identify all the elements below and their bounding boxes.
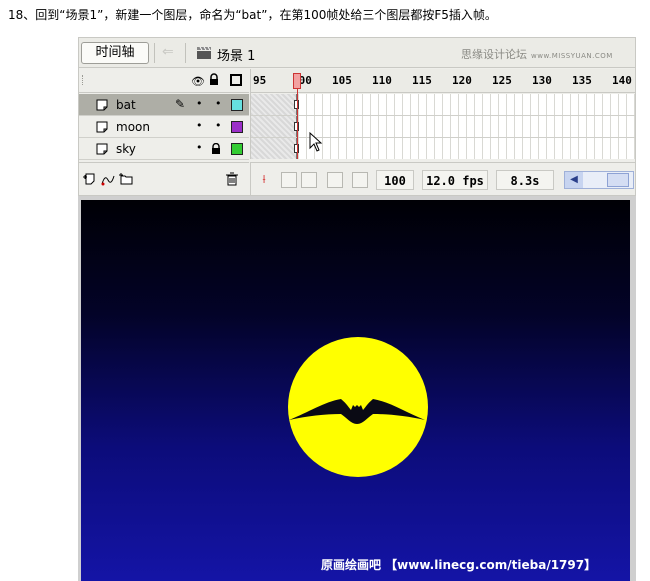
ruler-tick: 130: [532, 74, 552, 87]
playhead-handle[interactable]: [293, 73, 301, 89]
insert-layer-icon[interactable]: [83, 172, 97, 186]
scroll-left-arrow-icon[interactable]: ◀: [565, 172, 583, 188]
delete-layer-trash-icon[interactable]: [225, 172, 239, 186]
ruler-tick: 135: [572, 74, 592, 87]
frame-span: [251, 138, 297, 159]
instruction-text: 18、回到“场景1”，新建一个图层，命名为“bat”，在第100帧处给三个图层都…: [8, 8, 497, 22]
timeline-header: 时间轴 ⇐ 场景 1 思缘设计论坛 www.MISSYUAN.COM: [79, 38, 635, 68]
visibility-dot[interactable]: •: [196, 119, 203, 132]
layer-row-moon[interactable]: moon • •: [79, 116, 249, 138]
modify-onion-markers-icon[interactable]: [352, 172, 368, 188]
elapsed-time-value: 8.3s: [496, 170, 554, 190]
ruler-tick: 115: [412, 74, 432, 87]
current-frame-value: 100: [376, 170, 414, 190]
outline-all-icon[interactable]: [230, 74, 242, 86]
layer-color-swatch[interactable]: [231, 143, 243, 155]
watermark-cn: 思缘设计论坛: [461, 48, 527, 61]
edit-multiple-frames-icon[interactable]: [327, 172, 343, 188]
credit-watermark: 原画绘画吧 【www.linecg.com/tieba/1797】: [321, 558, 597, 572]
scene-clapper-icon: [197, 46, 211, 59]
timeline-toggle-button[interactable]: 时间轴: [81, 42, 149, 64]
onion-skin-icon[interactable]: [281, 172, 297, 188]
layer-name[interactable]: moon: [116, 120, 150, 134]
frame-row-bat[interactable]: [251, 94, 635, 116]
lock-dot[interactable]: •: [215, 119, 222, 132]
lock-dot[interactable]: •: [215, 97, 222, 110]
layer-page-icon: [96, 143, 108, 155]
layer-page-icon: [96, 121, 108, 133]
insert-layer-folder-icon[interactable]: [119, 172, 133, 186]
mouse-pointer-icon: [309, 132, 323, 152]
ruler-tick: 120: [452, 74, 472, 87]
bat-silhouette-graphic[interactable]: [289, 394, 425, 428]
layer-name[interactable]: bat: [116, 98, 136, 112]
layer-toolbar: [79, 162, 249, 196]
header-divider: [154, 43, 155, 63]
frame-span: [251, 94, 297, 115]
layer-lock-icon[interactable]: [211, 143, 221, 155]
frame-rate-value[interactable]: 12.0 fps: [422, 170, 488, 190]
header-divider: [185, 43, 186, 63]
visibility-dot[interactable]: •: [196, 141, 203, 154]
ruler-tick: 140: [612, 74, 632, 87]
add-motion-guide-icon[interactable]: [101, 172, 115, 186]
show-hide-all-eye-icon[interactable]: 👁: [191, 75, 205, 88]
back-arrow-icon[interactable]: ⇐: [162, 44, 174, 60]
ruler-tick: 95: [253, 74, 267, 87]
onion-skin-outlines-icon[interactable]: [301, 172, 317, 188]
stage-canvas[interactable]: 原画绘画吧 【www.linecg.com/tieba/1797】: [81, 200, 630, 581]
playhead-line: [297, 89, 298, 159]
pencil-edit-icon: ✎: [175, 97, 186, 111]
frame-span: [251, 116, 297, 137]
ruler-tick: 125: [492, 74, 512, 87]
frame-ruler[interactable]: 95 100 105 110 115 120 125 130 135 140: [251, 69, 635, 93]
ruler-tick: 105: [332, 74, 352, 87]
watermark: 思缘设计论坛 www.MISSYUAN.COM: [461, 46, 613, 62]
layer-page-icon: [96, 99, 108, 111]
layer-color-swatch[interactable]: [231, 121, 243, 133]
layer-list: 👁 bat ✎ • • moon • • sky •: [79, 69, 249, 160]
scroll-thumb[interactable]: [607, 173, 629, 187]
horizontal-scrollbar[interactable]: ◀: [564, 171, 634, 189]
layer-row-sky[interactable]: sky •: [79, 138, 249, 160]
layer-row-bat[interactable]: bat ✎ • •: [79, 94, 249, 116]
frame-grid[interactable]: 95 100 105 110 115 120 125 130 135 140: [250, 69, 635, 159]
lock-all-icon[interactable]: [209, 73, 219, 86]
drag-grip-icon[interactable]: [82, 75, 84, 85]
ruler-tick: 110: [372, 74, 392, 87]
timeline-panel: 时间轴 ⇐ 场景 1 思缘设计论坛 www.MISSYUAN.COM 👁 bat: [78, 37, 636, 196]
layer-color-swatch[interactable]: [231, 99, 243, 111]
watermark-url: www.MISSYUAN.COM: [531, 52, 613, 60]
scene-name-label[interactable]: 场景 1: [217, 45, 255, 64]
center-frame-icon[interactable]: ⟊: [256, 172, 272, 188]
timeline-status-bar: ⟊ 100 12.0 fps 8.3s ◀: [250, 162, 635, 196]
visibility-dot[interactable]: •: [196, 97, 203, 110]
layer-name[interactable]: sky: [116, 142, 136, 156]
layer-column-header: 👁: [79, 69, 249, 93]
